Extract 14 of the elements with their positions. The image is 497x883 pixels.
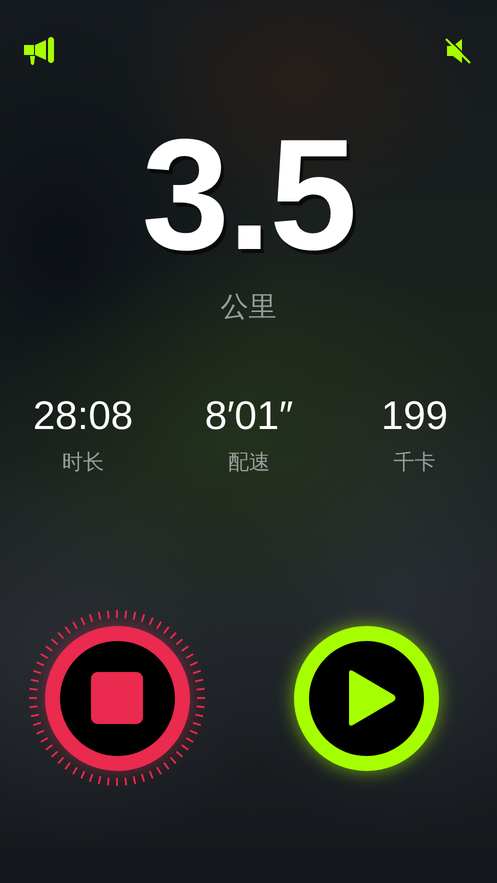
distance-value: 3.5 <box>142 120 356 270</box>
stop-button[interactable] <box>44 626 190 770</box>
stat-label: 配速 <box>228 450 270 476</box>
stat-value: 8′01″ <box>204 393 294 440</box>
stat-label: 千卡 <box>394 450 436 476</box>
play-button[interactable] <box>294 626 439 770</box>
megaphone-button[interactable] <box>22 34 56 68</box>
distance-unit: 公里 <box>220 290 276 324</box>
megaphone-icon <box>23 35 55 67</box>
speaker-muted-icon <box>444 37 472 65</box>
stat-label: 时长 <box>62 450 104 476</box>
stop-icon <box>91 672 143 724</box>
stat-value: 28:08 <box>32 393 134 440</box>
stat-value: 199 <box>381 393 448 440</box>
